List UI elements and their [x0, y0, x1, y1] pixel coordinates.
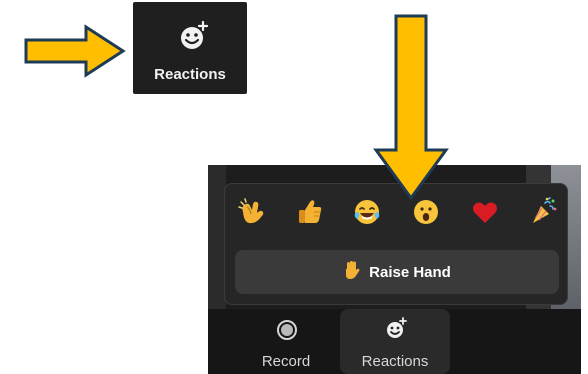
clap-icon: [237, 196, 269, 233]
party-popper-reaction-button[interactable]: [523, 194, 563, 234]
meeting-toolbar: Record Reactions: [208, 309, 581, 374]
party-popper-icon: [526, 195, 560, 234]
thumbs-up-icon: [293, 196, 325, 233]
pointer-arrow-down: [373, 14, 449, 201]
record-label: Record: [261, 353, 311, 370]
reactions-toolbar-button-crop[interactable]: Reactions: [133, 2, 247, 94]
heart-reaction-button[interactable]: [465, 194, 505, 234]
record-icon: [276, 319, 298, 341]
reactions-smiley-plus-icon: [384, 317, 408, 341]
raise-hand-button[interactable]: Raise Hand: [235, 250, 559, 294]
reactions-label: Reactions: [361, 353, 429, 370]
clap-reaction-button[interactable]: [233, 194, 273, 234]
raised-hand-icon: [343, 260, 361, 285]
record-button[interactable]: Record: [256, 319, 316, 370]
pointer-arrow-right: [24, 24, 126, 78]
reactions-button[interactable]: Reactions: [340, 309, 450, 374]
reactions-smiley-plus-icon: [177, 20, 211, 54]
heart-icon: [469, 196, 501, 233]
raise-hand-label: Raise Hand: [369, 263, 451, 281]
reactions-label: Reactions: [154, 66, 226, 83]
thumbs-up-reaction-button[interactable]: [289, 194, 329, 234]
